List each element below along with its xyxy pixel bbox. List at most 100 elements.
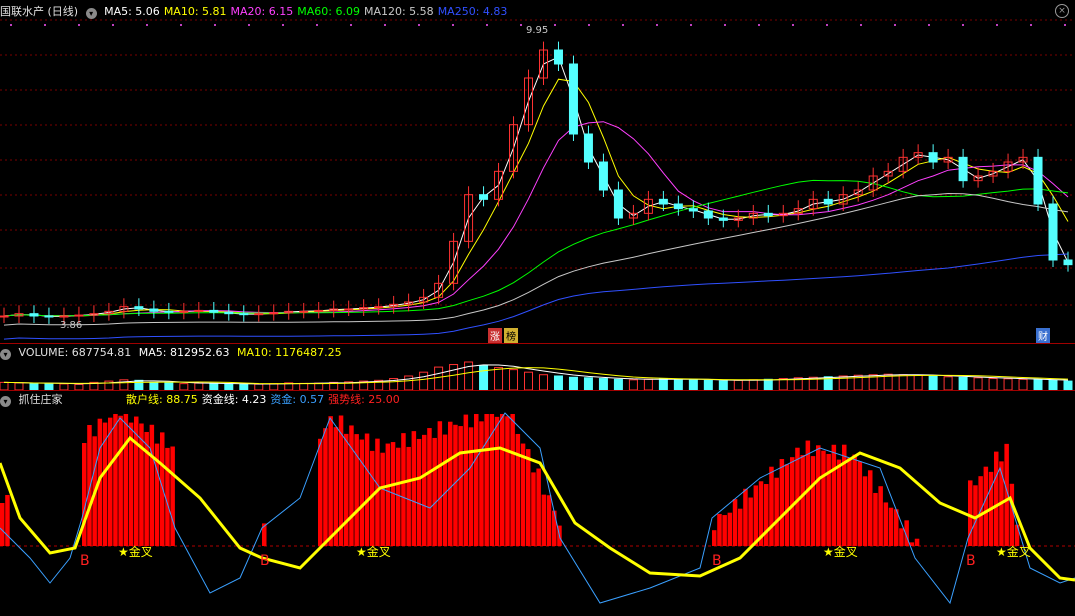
fund-bar — [385, 443, 391, 546]
event-tag-zhang[interactable]: 涨 — [488, 328, 502, 343]
fund-bar — [748, 497, 753, 546]
candle — [703, 210, 713, 219]
fund-bar — [1014, 524, 1020, 546]
candle — [688, 208, 698, 212]
marker-dot — [588, 24, 590, 26]
fund-bar — [784, 464, 790, 546]
golden-cross-label: ★金叉 — [356, 544, 391, 559]
fund-bar — [165, 447, 170, 546]
marker-dot — [962, 24, 964, 26]
indicator-legend-item: 资金: 0.57 — [270, 393, 325, 406]
marker-dot — [894, 24, 896, 26]
fund-bar — [515, 433, 521, 546]
fund-bar — [139, 423, 144, 546]
indicator-legend-item: 强势线: 25.00 — [328, 393, 400, 406]
price-low-label: 3.86 — [60, 320, 83, 331]
candle — [823, 198, 833, 205]
fund-bar — [536, 468, 541, 546]
fund-bar — [769, 466, 774, 546]
volume-chart[interactable] — [0, 361, 1075, 391]
ma250-line — [3, 253, 1069, 340]
fund-bar — [862, 476, 868, 546]
fund-bar — [753, 485, 759, 546]
candle — [194, 309, 204, 312]
candle — [164, 310, 174, 313]
buy-signal-label: B — [966, 553, 976, 569]
fund-bar — [437, 421, 443, 546]
marker-dot — [112, 24, 114, 26]
event-tag-bang[interactable]: 榜 — [504, 328, 518, 343]
fund-bar — [816, 445, 821, 546]
volume-bar — [568, 376, 578, 391]
volume-bar — [1048, 379, 1058, 391]
fund-bar — [738, 508, 743, 546]
volume-bar — [898, 374, 908, 391]
volume-bar — [643, 378, 653, 391]
fund-bar — [364, 433, 370, 546]
volume-header: ▾ VOLUME: 687754.81 MA5: 812952.63 MA10:… — [0, 345, 346, 361]
golden-cross-label: ★金叉 — [823, 544, 858, 559]
fund-bar — [552, 510, 557, 546]
marker-dot — [146, 24, 148, 26]
candle — [134, 306, 144, 310]
price-high-label: 9.95 — [526, 25, 549, 36]
volume-bar — [419, 371, 429, 391]
volume-bar — [449, 364, 459, 391]
fund-bar — [479, 421, 484, 546]
candle — [59, 315, 69, 318]
dropdown-icon[interactable]: ▾ — [0, 396, 11, 407]
volume-bar — [209, 382, 219, 391]
marker-dot — [554, 24, 556, 26]
candle — [74, 314, 84, 317]
volume-bar — [673, 378, 683, 391]
candle — [224, 311, 234, 315]
volume-bar — [973, 377, 983, 391]
volume-bar — [688, 379, 698, 391]
volume-bar — [733, 379, 743, 391]
marker-dot — [486, 24, 488, 26]
price-chart[interactable] — [0, 0, 1075, 345]
fund-bar — [149, 424, 155, 546]
marker-dot — [78, 24, 80, 26]
indicator-legend: 散户线: 88.75 资金线: 4.23 资金: 0.57 强势线: 25.00 — [126, 393, 404, 406]
volume-bar — [0, 381, 9, 391]
volume-bar — [703, 379, 713, 391]
fund-bar — [396, 447, 401, 546]
fund-bar — [914, 538, 920, 546]
fund-bar — [87, 424, 92, 546]
fund-bar — [994, 451, 999, 546]
fund-bar — [359, 439, 365, 546]
volume-bar — [509, 369, 519, 391]
candle — [209, 309, 219, 313]
candle — [598, 161, 608, 191]
volume-bar — [149, 381, 159, 391]
fund-bar — [717, 513, 722, 546]
marker-dot — [316, 24, 318, 26]
marker-dot — [384, 24, 386, 26]
fund-bar — [0, 503, 5, 546]
fund-bar — [328, 416, 333, 546]
marker-dot — [214, 24, 216, 26]
fund-bar — [873, 492, 878, 546]
candle — [763, 212, 773, 217]
fund-bar — [526, 449, 531, 546]
fund-bar — [790, 457, 795, 546]
fund-bar — [722, 515, 727, 546]
marker-dot — [656, 24, 658, 26]
ma60-line — [3, 179, 1069, 317]
golden-cross-label: ★金叉 — [118, 544, 153, 559]
event-tag-cai[interactable]: 财 — [1036, 328, 1050, 343]
fund-bar — [160, 432, 165, 546]
fund-bar — [546, 495, 552, 546]
indicator-chart[interactable]: B B B B ★金叉 ★金叉 ★金叉 ★金叉 — [0, 408, 1075, 614]
panel-divider — [0, 390, 1075, 391]
fund-bar — [810, 456, 816, 546]
marker-dot — [1030, 24, 1032, 26]
dropdown-icon[interactable]: ▾ — [0, 349, 11, 360]
marker-dot — [758, 24, 760, 26]
fund-bar — [170, 446, 175, 546]
marker-dot — [520, 24, 522, 26]
marker-dot — [690, 24, 692, 26]
fund-bar — [494, 416, 500, 546]
fund-bar — [510, 414, 515, 546]
